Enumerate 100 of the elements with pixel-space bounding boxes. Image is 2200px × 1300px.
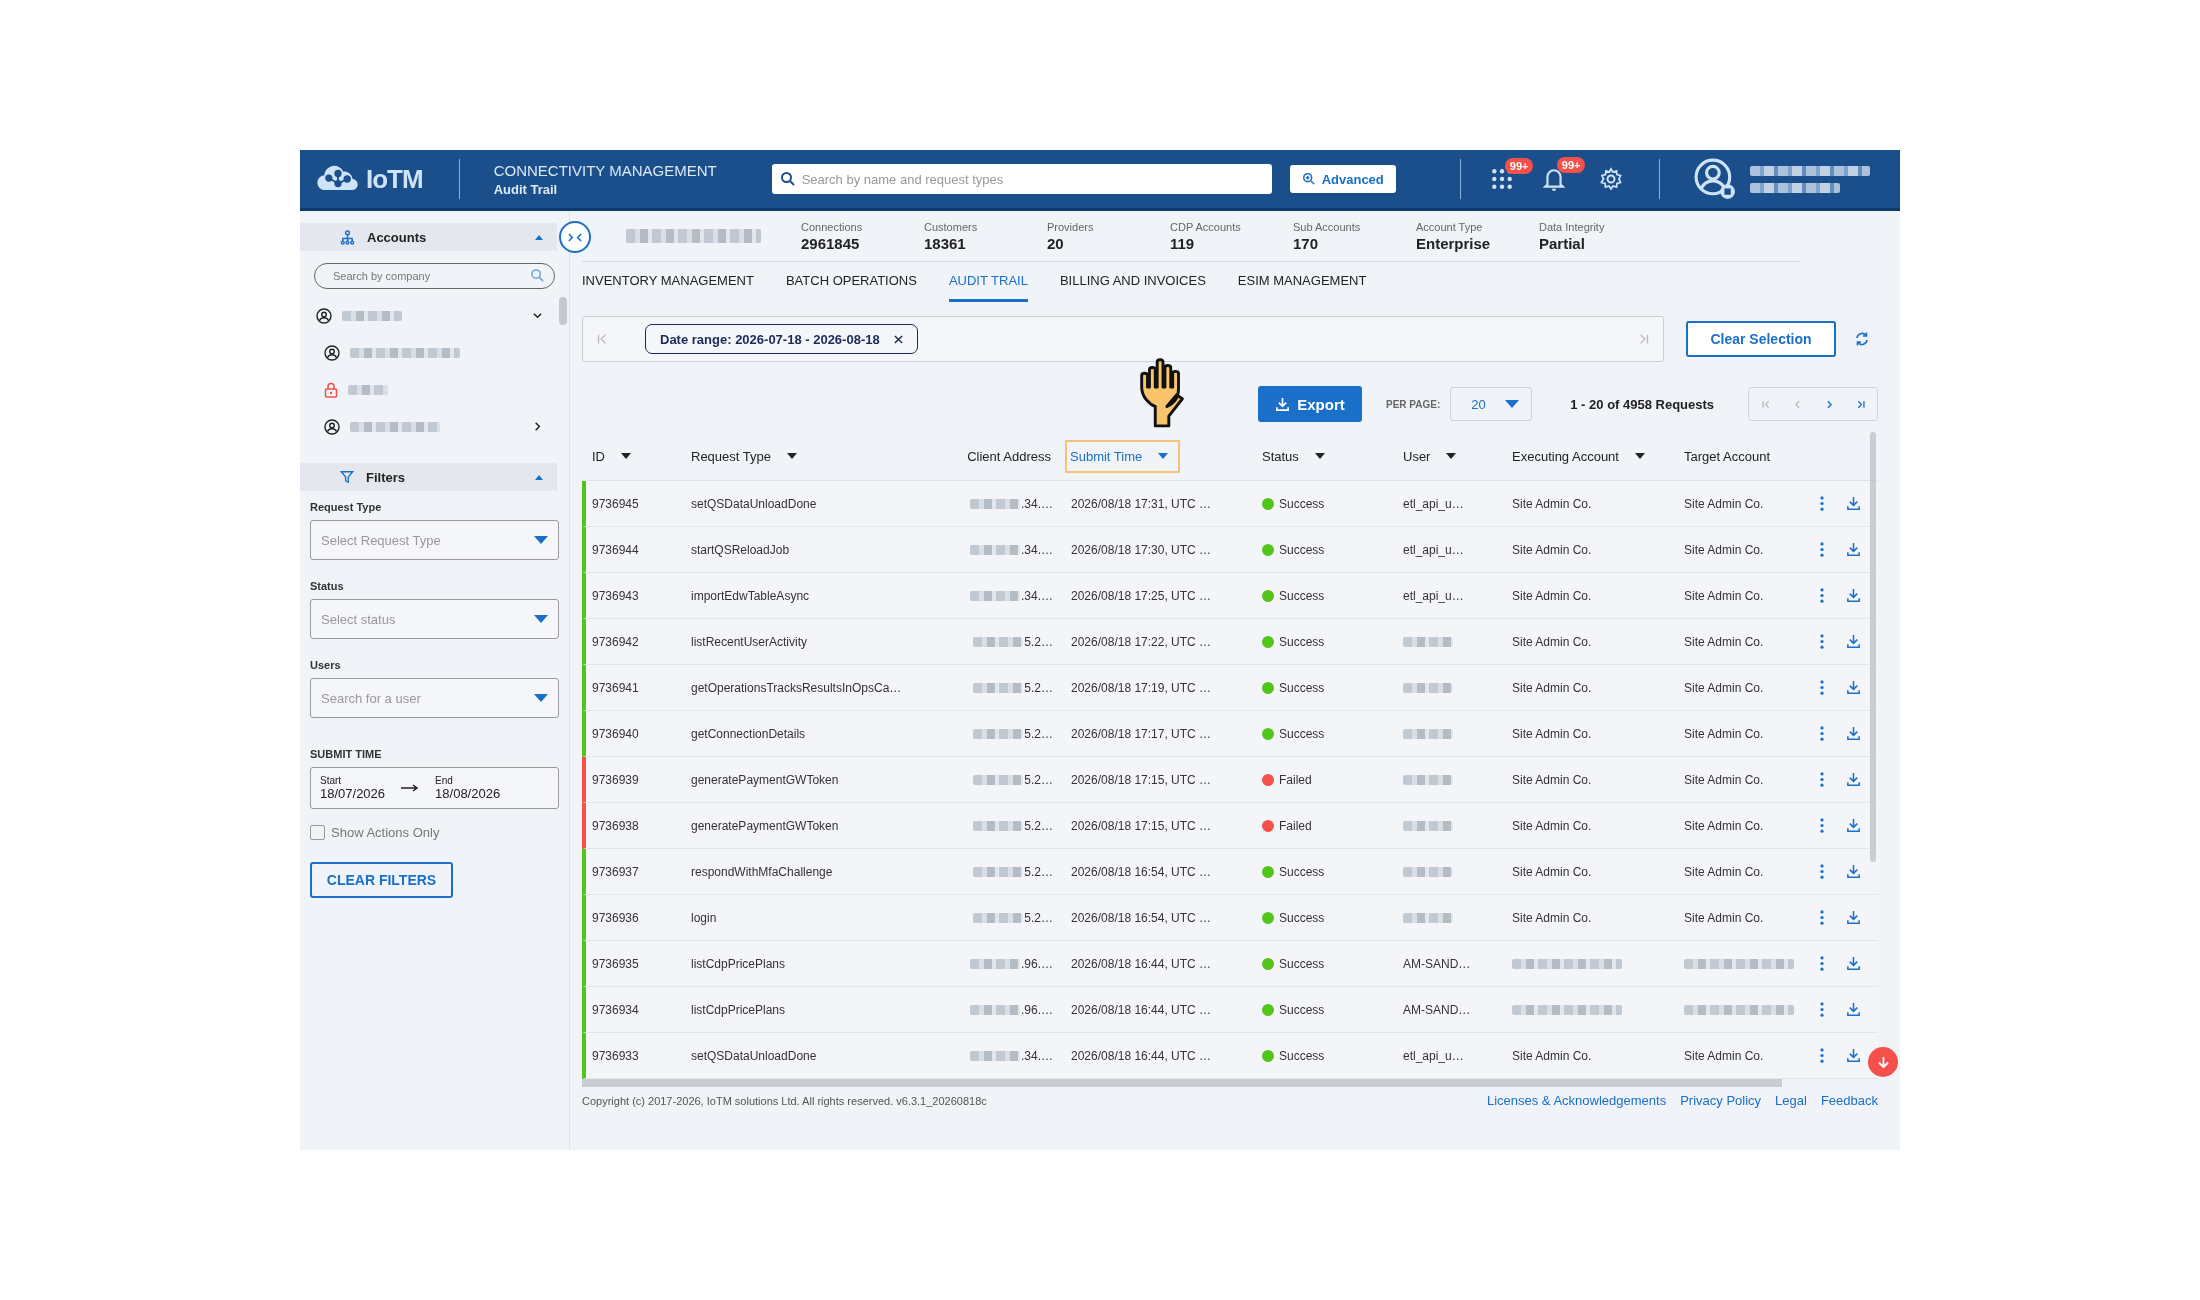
table-cell: 2026/08/18 17:30, UTC … [1071,542,1212,557]
download-icon[interactable] [1846,818,1861,833]
company-search-field[interactable]: Search by company [314,263,555,289]
more-options-icon[interactable] [1820,634,1824,649]
refresh-icon[interactable] [1854,331,1870,347]
advanced-search-button[interactable]: Advanced [1289,165,1396,193]
scroll-down-button[interactable] [1868,1047,1898,1077]
download-icon[interactable] [1846,634,1861,649]
more-options-icon[interactable] [1820,588,1824,603]
table-row[interactable]: 9736934 listCdpPricePlans .96.… 2026/08/18 16:44, UTC … Success AM-SAND… [582,987,1878,1033]
tab[interactable]: BATCH OPERATIONS [785,262,917,302]
bell-icon[interactable] [1542,167,1565,191]
collapse-sidebar-button[interactable] [559,221,591,253]
checkbox[interactable] [310,825,325,840]
section-title: Accounts [367,229,428,245]
search-field[interactable]: Search by name and request types [771,164,1272,194]
more-options-icon[interactable] [1820,542,1824,557]
footer-link[interactable]: Privacy Policy [1680,1093,1762,1108]
filters-section-header[interactable]: Filters [300,463,557,491]
stat-value: 119 [1170,234,1196,252]
more-options-icon[interactable] [1820,864,1824,879]
column-header[interactable]: Status [1262,448,1325,464]
blurred-text [970,544,1020,555]
more-options-icon[interactable] [1820,1048,1824,1063]
table-row[interactable]: 9736939 generatePaymentGWToken 5.2… 2026/08/18 17:15, UTC … Failed Site Admin Co. Site Admin Co. [582,757,1878,803]
column-header[interactable]: Client Address [967,448,1051,464]
clear-selection-button[interactable]: Clear Selection [1686,321,1836,357]
table-cell: 2026/08/18 17:17, UTC … [1071,726,1212,741]
per-page-label: PER PAGE: [1386,398,1441,410]
table-row[interactable]: 9736933 setQSDataUnloadDone .34.… 2026/08/18 16:44, UTC … Success etl_api_u… Site Admin Co. Site Admin Co. [582,1033,1878,1079]
table-row[interactable]: 9736937 respondWithMfaChallenge 5.2… 2026/08/18 16:54, UTC … Success Site Admin Co. Site Admin Co. [582,849,1878,895]
column-header[interactable]: Executing Account [1512,448,1645,464]
date-range-field[interactable]: Start 18/07/2026 End 18/08/2026 [310,767,559,809]
more-options-icon[interactable] [1820,772,1824,787]
user-avatar-icon[interactable] [1693,158,1736,200]
table-row[interactable]: 9736944 startQSReloadJob .34.… 2026/08/18 17:30, UTC … Success etl_api_u… Site Admin Co. Site Admin Co. [582,527,1878,573]
table-cell: 9736941 [592,680,639,695]
download-icon[interactable] [1846,910,1861,925]
user-circle-icon [324,344,340,361]
footer-link[interactable]: Legal [1775,1093,1807,1108]
caret-icon [534,615,548,623]
download-icon[interactable] [1846,772,1861,787]
settings-icon[interactable] [1598,167,1623,191]
apps-grid-icon[interactable] [1490,168,1513,190]
export-button[interactable]: Export [1258,386,1362,422]
column-header[interactable]: Target Account [1684,448,1770,464]
download-icon[interactable] [1846,956,1861,971]
blurred-text [348,384,388,395]
field-label: Status [310,580,345,592]
more-options-icon[interactable] [1820,818,1824,833]
accounts-section-header[interactable]: Accounts [300,223,557,251]
close-icon[interactable] [893,334,903,344]
scrollbar-thumb[interactable] [559,297,567,325]
table-row[interactable]: 9736940 getConnectionDetails 5.2… 2026/08/18 17:17, UTC … Success Site Admin Co. Site Admin Co. [582,711,1878,757]
tab[interactable]: ESIM MANAGEMENT [1237,262,1367,302]
table-row[interactable]: 9736941 getOperationsTracksResultsInOpsCa… 5.2… 2026/08/18 17:19, UTC … Success Site Admin Co. Site Admin Co. [582,665,1878,711]
table-row[interactable]: 9736943 importEdwTableAsync .34.… 2026/08/18 17:25, UTC … Success etl_api_u… Site Admin Co. Site Admin Co. [582,573,1878,619]
column-header[interactable]: Submit Time [1065,439,1181,473]
footer-link[interactable]: Feedback [1820,1093,1878,1108]
stat-label: Sub Accounts [1293,220,1362,233]
caret-icon [534,694,548,702]
tab[interactable]: BILLING AND INVOICES [1059,262,1206,302]
column-header[interactable]: User [1403,448,1457,464]
vertical-scrollbar[interactable] [1870,432,1876,862]
stat-label: Customers [924,220,979,233]
date-range-chip[interactable]: Date range: 2026-07-18 - 2026-08-18 [645,324,918,354]
horizontal-scrollbar[interactable] [582,1079,1782,1087]
download-icon[interactable] [1846,542,1861,557]
table-cell: 5.2… [1024,864,1053,879]
table-row[interactable]: 9736945 setQSDataUnloadDone .34.… 2026/08/18 17:31, UTC … Success etl_api_u… Site Admin Co. Site Admin Co. [582,481,1878,527]
table-row[interactable]: 9736942 listRecentUserActivity 5.2… 2026/08/18 17:22, UTC … Success Site Admin Co. Site Admin Co. [582,619,1878,665]
more-options-icon[interactable] [1820,1002,1824,1017]
table-row[interactable]: 9736935 listCdpPricePlans .96.… 2026/08/18 16:44, UTC … Success AM-SAND… [582,941,1878,987]
download-icon[interactable] [1846,864,1861,879]
tab[interactable]: AUDIT TRAIL [948,262,1028,302]
more-options-icon[interactable] [1820,910,1824,925]
download-icon[interactable] [1846,680,1861,695]
download-icon[interactable] [1846,1002,1861,1017]
table-cell: Site Admin Co. [1684,542,1764,557]
more-options-icon[interactable] [1820,680,1824,695]
table-cell: Site Admin Co. [1512,542,1592,557]
footer-link[interactable]: Licenses & Acknowledgements [1486,1093,1667,1108]
scroll-start-icon[interactable] [595,332,609,346]
more-options-icon[interactable] [1820,496,1824,511]
download-icon[interactable] [1846,496,1861,511]
table-row[interactable]: 9736936 login 5.2… 2026/08/18 16:54, UTC … Success Site Admin Co. Site Admin Co. [582,895,1878,941]
download-icon[interactable] [1846,588,1861,603]
table-cell: 9736935 [592,956,639,971]
tab[interactable]: INVENTORY MANAGEMENT [582,262,754,302]
table-row[interactable]: 9736938 generatePaymentGWToken 5.2… 2026/08/18 17:15, UTC … Failed Site Admin Co. Site Admin Co. [582,803,1878,849]
download-icon[interactable] [1846,726,1861,741]
more-options-icon[interactable] [1820,726,1824,741]
column-header[interactable]: Request Type [691,448,797,464]
download-icon[interactable] [1846,1048,1861,1063]
clear-filters-button[interactable]: CLEAR FILTERS [310,862,453,898]
per-page-select[interactable]: 20 [1450,387,1533,421]
column-header[interactable]: ID [592,448,631,464]
more-options-icon[interactable] [1820,956,1824,971]
blurred-text [1403,728,1453,739]
notification-badge: 99+ [1504,158,1534,174]
